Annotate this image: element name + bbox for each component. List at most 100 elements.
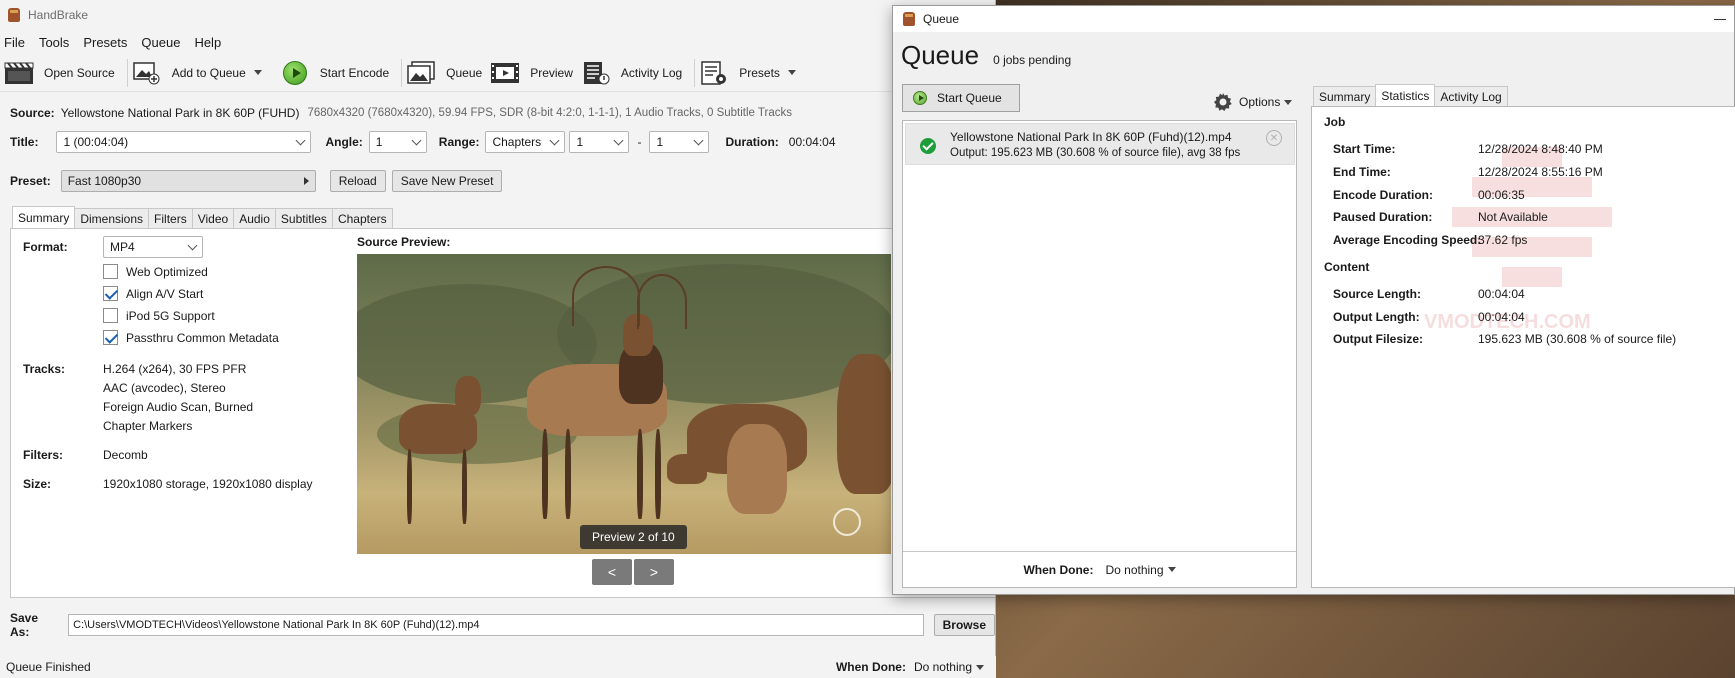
start-encode-button[interactable]: Start Encode <box>280 56 397 90</box>
size-label: Size: <box>23 477 52 491</box>
menu-file[interactable]: File <box>4 35 34 50</box>
ipod-support-checkbox[interactable]: iPod 5G Support <box>103 308 215 323</box>
range-end-select[interactable]: 1 <box>649 131 710 153</box>
statistics-panel: VMODTECH.COM Job Start Time: 12/28/2024 … <box>1311 106 1735 588</box>
end-time-value: 12/28/2024 8:55:16 PM <box>1478 165 1603 179</box>
reload-button[interactable]: Reload <box>329 170 386 192</box>
chevron-down-icon[interactable] <box>1167 567 1176 572</box>
options-label: Options <box>1239 95 1281 109</box>
main-toolbar: Open Source Add to Queue Start Encode Qu… <box>0 54 995 92</box>
menu-queue[interactable]: Queue <box>141 35 189 50</box>
output-filesize-value: 195.623 MB (30.608 % of source file) <box>1478 332 1677 346</box>
add-picture-icon <box>132 60 162 86</box>
handbrake-main-window: HandBrake File Tools Presets Queue Help … <box>0 0 996 678</box>
activity-log-button[interactable]: Activity Log <box>581 56 690 90</box>
check-circle-icon <box>920 138 936 154</box>
align-av-start-checkbox[interactable]: Align A/V Start <box>103 286 203 301</box>
queue-footer: When Done: Do nothing <box>903 551 1296 587</box>
queue-window: Queue Queue 0 jobs pending Start Queue O… <box>892 5 1735 595</box>
toolbar-separator <box>126 58 128 87</box>
web-optimized-checkbox[interactable]: Web Optimized <box>103 264 208 279</box>
angle-select[interactable]: 1 <box>368 131 427 153</box>
track-item: AAC (avcodec), Stereo <box>103 381 226 395</box>
queue-when-done-label: When Done: <box>1023 562 1094 577</box>
avg-encoding-speed-value: 37.62 fps <box>1478 233 1528 247</box>
tab-activity-log[interactable]: Activity Log <box>1434 86 1508 106</box>
checkbox-box[interactable] <box>103 308 118 323</box>
main-window-title: HandBrake <box>28 8 89 22</box>
jobs-pending-count: 0 jobs pending <box>993 53 1072 67</box>
tab-statistics[interactable]: Statistics <box>1375 84 1436 106</box>
status-bar: Queue Finished When Done: Do nothing <box>0 656 996 678</box>
queue-pictures-icon <box>406 60 436 86</box>
add-to-queue-button[interactable]: Add to Queue <box>132 56 270 90</box>
chevron-down-icon[interactable] <box>787 70 796 75</box>
content-section-heading: Content <box>1324 260 1370 274</box>
queue-job-item[interactable]: Yellowstone National Park In 8K 60P (Fuh… <box>905 123 1295 165</box>
source-row: Source: Yellowstone National Park in 8K … <box>10 106 792 120</box>
preset-select[interactable]: Fast 1080p30 <box>60 170 316 192</box>
duration-label: Duration: <box>725 135 779 149</box>
tab-chapters[interactable]: Chapters <box>331 208 393 228</box>
tab-video[interactable]: Video <box>191 208 235 228</box>
open-source-button[interactable]: Open Source <box>4 56 123 90</box>
tab-dimensions[interactable]: Dimensions <box>74 208 150 228</box>
preview-next-button[interactable]: > <box>634 559 674 585</box>
range-label: Range: <box>438 135 480 149</box>
browse-button[interactable]: Browse <box>933 614 995 636</box>
chevron-down-icon[interactable] <box>253 70 262 75</box>
toolbar-separator <box>694 58 696 87</box>
queue-button[interactable]: Queue <box>406 56 490 90</box>
start-queue-button[interactable]: Start Queue <box>902 84 1020 112</box>
track-item: H.264 (x264), 30 FPS PFR <box>103 362 247 376</box>
chevron-down-icon <box>550 135 560 145</box>
title-select-value: 1 (00:04:04) <box>63 135 129 149</box>
elk-leg <box>462 449 467 524</box>
range-type-select[interactable]: Chapters <box>485 131 566 153</box>
encode-duration-value: 00:06:35 <box>1478 188 1525 202</box>
range-separator: - <box>637 135 642 149</box>
range-start-select[interactable]: 1 <box>569 131 630 153</box>
queue-window-title: Queue <box>923 12 960 26</box>
save-as-label: Save As: <box>10 611 39 639</box>
menu-help[interactable]: Help <box>194 35 230 50</box>
web-optimized-label: Web Optimized <box>126 264 208 279</box>
save-as-path-input[interactable]: C:\Users\VMODTECH\Videos\Yellowstone Nat… <box>68 614 924 636</box>
preset-label: Preset: <box>10 174 51 188</box>
tab-subtitles[interactable]: Subtitles <box>274 208 333 228</box>
checkbox-box[interactable] <box>103 264 118 279</box>
range-type-value: Chapters <box>492 135 542 149</box>
output-filesize-label: Output Filesize: <box>1333 332 1423 346</box>
minimize-icon[interactable] <box>1714 18 1726 20</box>
play-icon <box>280 60 310 86</box>
checkbox-checked[interactable] <box>103 330 118 345</box>
open-source-label: Open Source <box>44 65 115 80</box>
elk-leg <box>565 429 571 519</box>
tab-audio[interactable]: Audio <box>233 208 276 228</box>
title-select[interactable]: 1 (00:04:04) <box>56 131 312 153</box>
film-clapper-icon <box>4 60 34 86</box>
tab-summary[interactable]: Summary <box>12 206 76 228</box>
remove-job-icon[interactable]: ✕ <box>1266 130 1282 146</box>
passthru-metadata-checkbox[interactable]: Passthru Common Metadata <box>103 330 279 345</box>
presets-button[interactable]: Presets <box>699 56 804 90</box>
elk-body <box>837 354 891 494</box>
range-end-value: 1 <box>656 135 664 149</box>
handbrake-logo-watermark <box>833 508 861 536</box>
when-done-select[interactable]: Do nothing <box>914 660 972 674</box>
format-select[interactable]: MP4 <box>103 236 203 258</box>
menu-presets[interactable]: Presets <box>83 35 136 50</box>
tab-filters[interactable]: Filters <box>148 208 193 228</box>
preview-button[interactable]: Preview <box>490 56 581 90</box>
options-menu-button[interactable]: Options <box>1213 92 1293 112</box>
queue-label: Queue <box>446 65 483 80</box>
chevron-down-icon[interactable] <box>976 664 984 670</box>
tab-queue-summary[interactable]: Summary <box>1313 86 1377 106</box>
menu-tools[interactable]: Tools <box>39 35 78 50</box>
checkbox-checked[interactable] <box>103 286 118 301</box>
preview-prev-button[interactable]: < <box>592 559 632 585</box>
queue-when-done-select[interactable]: Do nothing <box>1105 563 1163 577</box>
save-new-preset-button[interactable]: Save New Preset <box>391 170 503 192</box>
elk-antler <box>637 274 687 329</box>
elk-head <box>455 376 481 416</box>
